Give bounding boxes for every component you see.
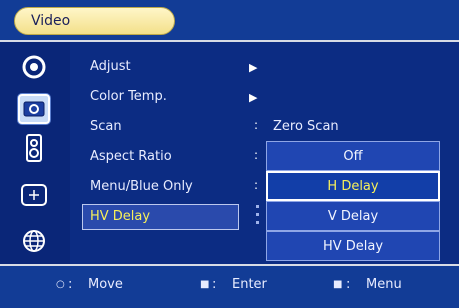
hv-delay-submenu: Off H Delay V Delay HV Delay (266, 141, 440, 261)
menu-item-aspect-ratio[interactable]: Aspect Ratio (90, 149, 172, 164)
menu-item-scan[interactable]: Scan (90, 119, 122, 134)
selection-indicator (256, 205, 260, 227)
menu-item-color-temp[interactable]: Color Temp. (90, 89, 167, 104)
page-title: Video (14, 7, 175, 35)
hint-separator: : (346, 277, 351, 292)
move-key-icon: ○ (56, 279, 65, 290)
submenu-option-v-delay[interactable]: V Delay (266, 201, 440, 231)
value-separator: : (254, 148, 259, 162)
hint-separator: : (68, 277, 73, 292)
menu-key-icon: ■ (333, 279, 343, 290)
menu-item-adjust[interactable]: Adjust (90, 59, 131, 74)
audio-icon[interactable] (18, 133, 50, 163)
hint-enter-label: Enter (232, 277, 267, 292)
value-separator: : (254, 178, 259, 192)
setup-icon[interactable] (18, 180, 50, 210)
submenu-arrow-icon: ▶ (249, 61, 258, 74)
hint-menu-label: Menu (366, 277, 402, 292)
hint-move-label: Move (88, 277, 123, 292)
value-separator: : (254, 118, 259, 132)
language-icon[interactable] (18, 226, 50, 256)
picture-adjust-icon[interactable] (18, 52, 50, 82)
menu-item-hv-delay[interactable]: HV Delay (90, 209, 150, 224)
scan-value: Zero Scan (273, 119, 339, 134)
footer-divider (0, 264, 459, 266)
submenu-option-hv-delay[interactable]: HV Delay (266, 231, 440, 261)
video-icon[interactable] (18, 94, 50, 124)
menu-item-menu-blue-only[interactable]: Menu/Blue Only (90, 179, 193, 194)
submenu-option-h-delay[interactable]: H Delay (266, 171, 440, 201)
submenu-arrow-icon: ▶ (249, 91, 258, 104)
submenu-option-off[interactable]: Off (266, 141, 440, 171)
hint-separator: : (212, 277, 217, 292)
enter-key-icon: ■ (200, 279, 210, 290)
